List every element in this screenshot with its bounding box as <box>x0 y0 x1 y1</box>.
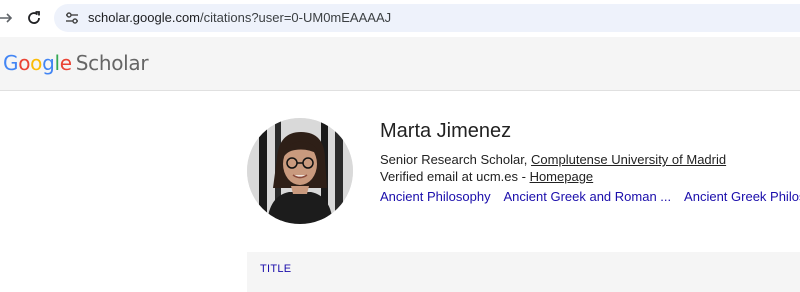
logo-letter: g <box>42 51 55 75</box>
verified-email: Verified email at ucm.es - Homepage <box>380 169 593 184</box>
reload-icon[interactable] <box>24 8 44 28</box>
site-settings-icon[interactable] <box>64 10 80 26</box>
profile-affiliation: Senior Research Scholar, Complutense Uni… <box>380 152 726 167</box>
logo-letter: o <box>18 51 31 75</box>
articles-table-header: TITLE <box>247 252 800 292</box>
profile-photo <box>247 118 353 224</box>
profile-name: Marta Jimenez <box>380 120 512 142</box>
research-interests: Ancient Philosophy Ancient Greek and Rom… <box>380 189 800 204</box>
google-scholar-logo[interactable]: Google Scholar <box>3 51 149 75</box>
url-path: /citations?user=0-UM0mEAAAAJ <box>200 10 392 25</box>
logo-letter: e <box>59 51 72 75</box>
url-text[interactable]: scholar.google.com/citations?user=0-UM0m… <box>88 10 391 25</box>
interest-link[interactable]: Ancient Greek Philoso <box>684 189 800 204</box>
logo-scholar-word: Scholar <box>75 51 149 75</box>
url-host: scholar.google.com <box>88 10 201 25</box>
affiliation-title: Senior Research Scholar, <box>380 152 532 167</box>
arrow-forward-icon[interactable] <box>0 8 16 28</box>
logo-letter: o <box>30 51 43 75</box>
institution-link[interactable]: Complutense University of Madrid <box>531 152 726 167</box>
scholar-header: Google Scholar <box>0 37 800 91</box>
interest-link[interactable]: Ancient Philosophy <box>380 189 491 204</box>
homepage-link[interactable]: Homepage <box>530 169 594 184</box>
logo-letter: G <box>3 51 19 75</box>
address-bar[interactable]: scholar.google.com/citations?user=0-UM0m… <box>54 4 800 32</box>
interest-link[interactable]: Ancient Greek and Roman ... <box>503 189 671 204</box>
sort-by-title-header[interactable]: TITLE <box>260 263 291 275</box>
verified-email-text: Verified email at ucm.es - <box>380 169 530 184</box>
browser-toolbar: scholar.google.com/citations?user=0-UM0m… <box>0 0 800 37</box>
